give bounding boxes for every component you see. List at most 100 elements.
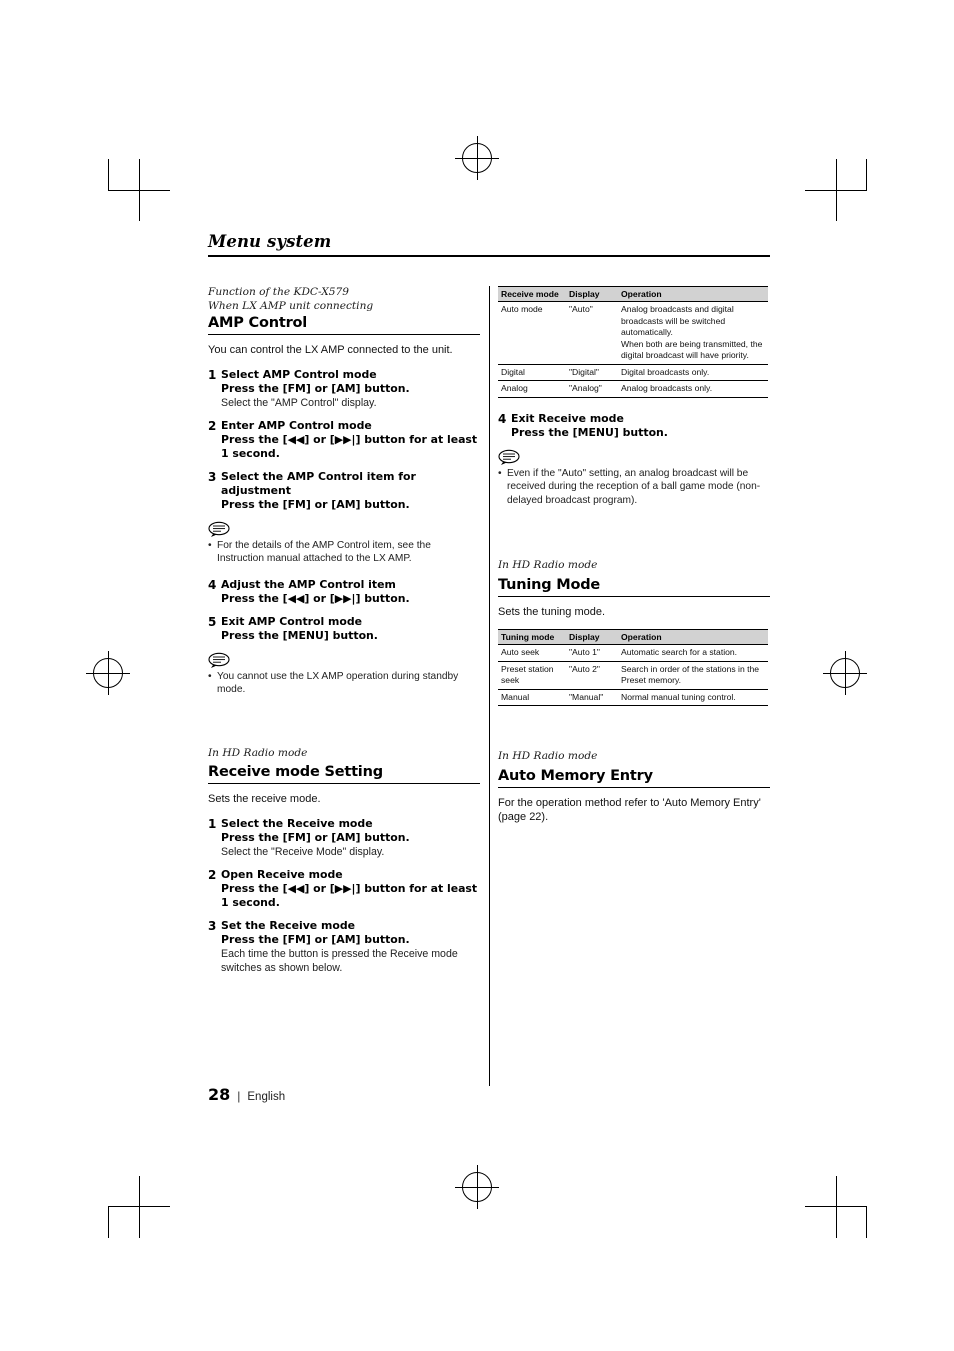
receive-mode-context: In HD Radio mode — [208, 746, 308, 759]
receive-table-header-display: Display — [566, 286, 618, 302]
crop-mark-br-v — [836, 1176, 837, 1238]
left-column: Function of the KDC-X579 When LX AMP uni… — [208, 286, 480, 984]
amp-step-3-number: 3 — [208, 469, 217, 484]
amp-step-4: 4 Adjust the AMP Control item Press the … — [208, 578, 480, 606]
tuning-table-header-operation: Operation — [618, 629, 768, 645]
note-bubble-icon — [498, 449, 520, 465]
tuning-row-1-display: "Auto 1" — [566, 644, 618, 662]
tuning-row-3-display: "Manual" — [566, 689, 618, 706]
note-bubble-icon — [208, 521, 230, 537]
amp-step-1-desc: Select the "AMP Control" display. — [221, 396, 377, 409]
crop-mark-tr-v2 — [866, 159, 867, 191]
amp-step-2-action: Press the [◀◀] or [▶▶|] button for at le… — [221, 432, 478, 460]
amp-step-3-action: Press the [FM] or [AM] button. — [221, 497, 410, 511]
receive-step-1: 1 Select the Receive mode Press the [FM]… — [208, 817, 480, 859]
tuning-row-1-mode: Auto seek — [498, 644, 566, 662]
receive-mode-rule — [208, 783, 480, 784]
receive-mode-table: Receive mode Display Operation Auto mode… — [498, 286, 768, 398]
receive-note: • Even if the "Auto" setting, an analog … — [498, 449, 770, 508]
crop-mark-bl-v2 — [108, 1206, 109, 1238]
amp-note-2-bullet: • — [208, 670, 212, 682]
amp-step-1-title: Select AMP Control mode — [221, 367, 377, 381]
amp-step-2-title: Enter AMP Control mode — [221, 418, 372, 432]
amp-step-1-number: 1 — [208, 367, 217, 382]
receive-step-3-number: 3 — [208, 918, 217, 933]
receive-row-2-operation: Digital broadcasts only. — [618, 364, 768, 381]
amp-step-3-title: Select the AMP Control item for adjustme… — [221, 469, 416, 497]
registration-mark-right — [823, 651, 867, 695]
crop-mark-bl-v — [139, 1176, 140, 1238]
tuning-row-2-operation: Search in order of the stations in the P… — [618, 661, 768, 690]
registration-mark-left — [86, 651, 130, 695]
auto-memory-heading: Auto Memory Entry — [498, 767, 653, 784]
receive-mode-heading: Receive mode Setting — [208, 764, 383, 780]
receive-step-1-title: Select the Receive mode — [221, 816, 373, 830]
footer-language: English — [247, 1091, 286, 1103]
amp-step-4-action: Press the [◀◀] or [▶▶|] button. — [221, 591, 410, 605]
table-row: Digital "Digital" Digital broadcasts onl… — [498, 364, 768, 381]
amp-step-2: 2 Enter AMP Control mode Press the [◀◀] … — [208, 419, 480, 461]
page-number: 28 — [208, 1085, 231, 1104]
tuning-table-header-display: Display — [566, 629, 618, 645]
receive-note-text: Even if the "Auto" setting, an analog br… — [507, 467, 761, 506]
amp-control-heading: AMP Control — [208, 315, 308, 331]
tuning-table-header-mode: Tuning mode — [498, 629, 566, 645]
amp-step-5-number: 5 — [208, 614, 217, 629]
table-row: Preset station seek "Auto 2" Search in o… — [498, 661, 768, 690]
receive-row-1-operation: Analog broadcasts and digital broadcasts… — [618, 301, 768, 365]
amp-step-5-action: Press the [MENU] button. — [221, 628, 378, 642]
amp-step-5-title: Exit AMP Control mode — [221, 614, 363, 628]
receive-note-bullet: • — [498, 467, 502, 479]
crop-mark-tr-v — [836, 159, 837, 221]
receive-mode-body: Sets the receive mode. — [208, 793, 321, 805]
table-row: Analog "Analog" Analog broadcasts only. — [498, 380, 768, 398]
receive-row-2-display: "Digital" — [566, 364, 618, 381]
columns-container: Function of the KDC-X579 When LX AMP uni… — [208, 286, 770, 1106]
tuning-mode-table: Tuning mode Display Operation Auto seek … — [498, 629, 768, 706]
auto-memory-rule — [498, 786, 770, 788]
amp-note-2-text: You cannot use the LX AMP operation duri… — [217, 670, 459, 696]
receive-step-2-number: 2 — [208, 867, 217, 882]
table-header-row: Receive mode Display Operation — [498, 286, 768, 302]
auto-memory-body: For the operation method refer to 'Auto … — [498, 796, 761, 824]
receive-step-4-action: Press the [MENU] button. — [511, 425, 668, 439]
amp-note-1-text: For the details of the AMP Control item,… — [217, 539, 431, 565]
table-row: Manual "Manual" Normal manual tuning con… — [498, 689, 768, 706]
crop-mark-tl-v — [139, 159, 140, 221]
receive-row-3-operation: Analog broadcasts only. — [618, 380, 768, 398]
footer-separator: | — [237, 1089, 241, 1103]
receive-row-1-display: "Auto" — [566, 301, 618, 365]
page-header: Menu system — [208, 232, 770, 257]
receive-row-1-mode: Auto mode — [498, 301, 566, 365]
amp-step-4-title: Adjust the AMP Control item — [221, 577, 396, 591]
title-rule — [208, 255, 770, 257]
amp-step-1-action: Press the [FM] or [AM] button. — [221, 381, 410, 395]
amp-control-intro: Function of the KDC-X579 When LX AMP uni… — [208, 286, 480, 313]
crop-mark-tl-h2 — [108, 159, 109, 191]
amp-control-rule — [208, 334, 480, 335]
tuning-mode-context: In HD Radio mode — [498, 559, 598, 571]
tuning-row-3-operation: Normal manual tuning control. — [618, 689, 768, 706]
page-root: Menu system Function of the KDC-X579 Whe… — [0, 0, 954, 1351]
receive-row-3-mode: Analog — [498, 380, 566, 398]
receive-step-4-title: Exit Receive mode — [511, 411, 624, 425]
receive-step-4: 4 Exit Receive mode Press the [MENU] but… — [498, 412, 770, 440]
tuning-mode-heading: Tuning Mode — [498, 576, 601, 593]
crop-mark-br-v2 — [866, 1206, 867, 1238]
amp-step-2-number: 2 — [208, 418, 217, 433]
receive-step-3: 3 Set the Receive mode Press the [FM] or… — [208, 919, 480, 975]
amp-step-5: 5 Exit AMP Control mode Press the [MENU]… — [208, 615, 480, 643]
receive-row-2-mode: Digital — [498, 364, 566, 381]
tuning-row-2-mode: Preset station seek — [498, 661, 566, 690]
note-bubble-icon — [208, 652, 230, 668]
amp-note-1: • For the details of the AMP Control ite… — [208, 521, 480, 566]
tuning-mode-rule — [498, 595, 770, 597]
receive-step-3-desc: Each time the button is pressed the Rece… — [221, 947, 458, 974]
receive-step-1-number: 1 — [208, 816, 217, 831]
receive-row-3-display: "Analog" — [566, 380, 618, 398]
tuning-row-1-operation: Automatic search for a station. — [618, 644, 768, 662]
column-divider — [489, 286, 490, 1086]
registration-mark-top — [455, 136, 499, 180]
page-title: Menu system — [208, 232, 332, 251]
amp-step-1: 1 Select AMP Control mode Press the [FM]… — [208, 368, 480, 410]
